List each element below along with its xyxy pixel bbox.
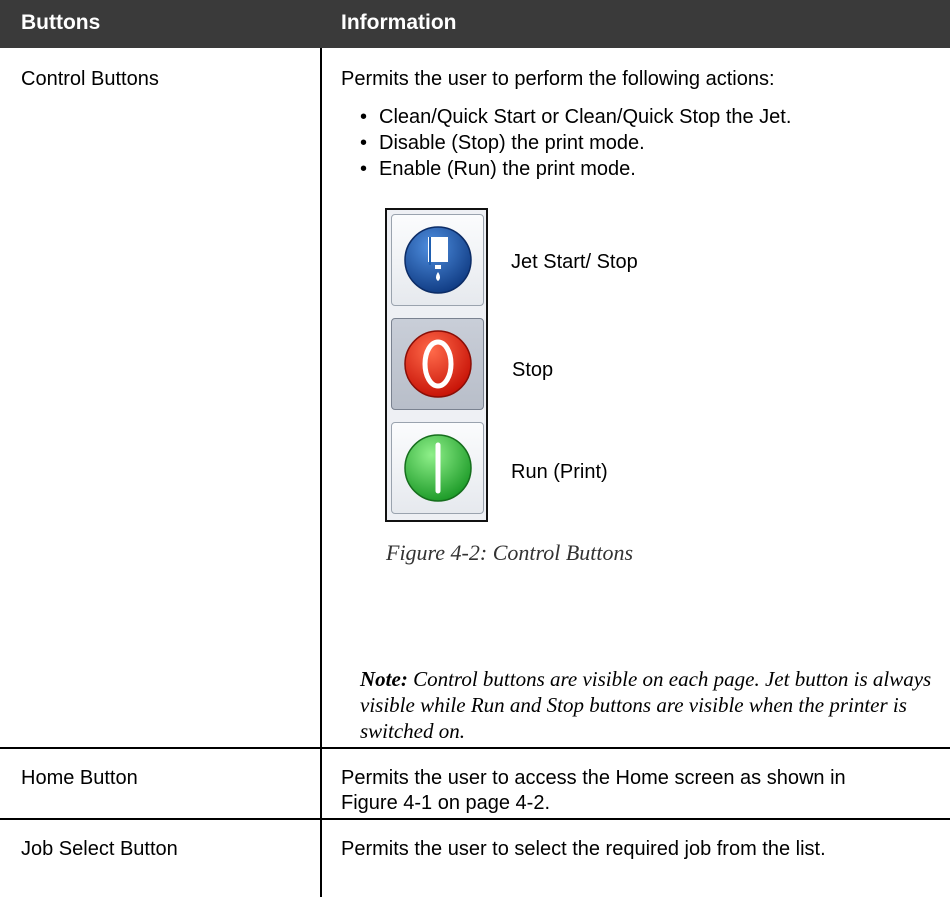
job-select-button-info: Permits the user to select the required … <box>341 838 826 860</box>
jet-icon <box>404 226 472 294</box>
stop-label: Stop <box>512 359 554 381</box>
list-item: Disable (Stop) the print mode. <box>360 130 791 156</box>
figure-caption: Figure 4-2: Control Buttons <box>386 540 634 565</box>
list-item: Clean/Quick Start or Clean/Quick Stop th… <box>360 104 791 130</box>
run-icon <box>404 434 472 502</box>
stop-icon <box>404 330 472 398</box>
header-information: Information <box>341 11 457 34</box>
row-divider <box>0 747 950 749</box>
row-home-button-name: Home Button <box>21 767 138 789</box>
header-buttons: Buttons <box>21 11 101 34</box>
home-button-info: Permits the user to access the Home scre… <box>341 767 846 814</box>
actions-list: Clean/Quick Start or Clean/Quick Stop th… <box>360 104 791 182</box>
run-print-label: Run (Print) <box>511 461 608 483</box>
run-print-button[interactable] <box>391 422 484 514</box>
note: Note: Control buttons are visible on eac… <box>360 666 945 744</box>
table-header: Buttons Information <box>0 0 950 48</box>
row-control-buttons-name: Control Buttons <box>21 68 159 90</box>
jet-start-stop-button[interactable] <box>391 214 484 306</box>
column-divider <box>320 48 322 897</box>
row-divider <box>0 818 950 820</box>
row-job-select-button-name: Job Select Button <box>21 838 178 860</box>
control-buttons-intro: Permits the user to perform the followin… <box>341 68 775 90</box>
stop-button[interactable] <box>391 318 484 410</box>
control-buttons-panel <box>385 208 488 522</box>
list-item: Enable (Run) the print mode. <box>360 156 791 182</box>
note-text: Control buttons are visible on each page… <box>360 667 932 743</box>
jet-start-stop-label: Jet Start/ Stop <box>511 251 638 273</box>
note-label: Note: <box>360 667 408 691</box>
